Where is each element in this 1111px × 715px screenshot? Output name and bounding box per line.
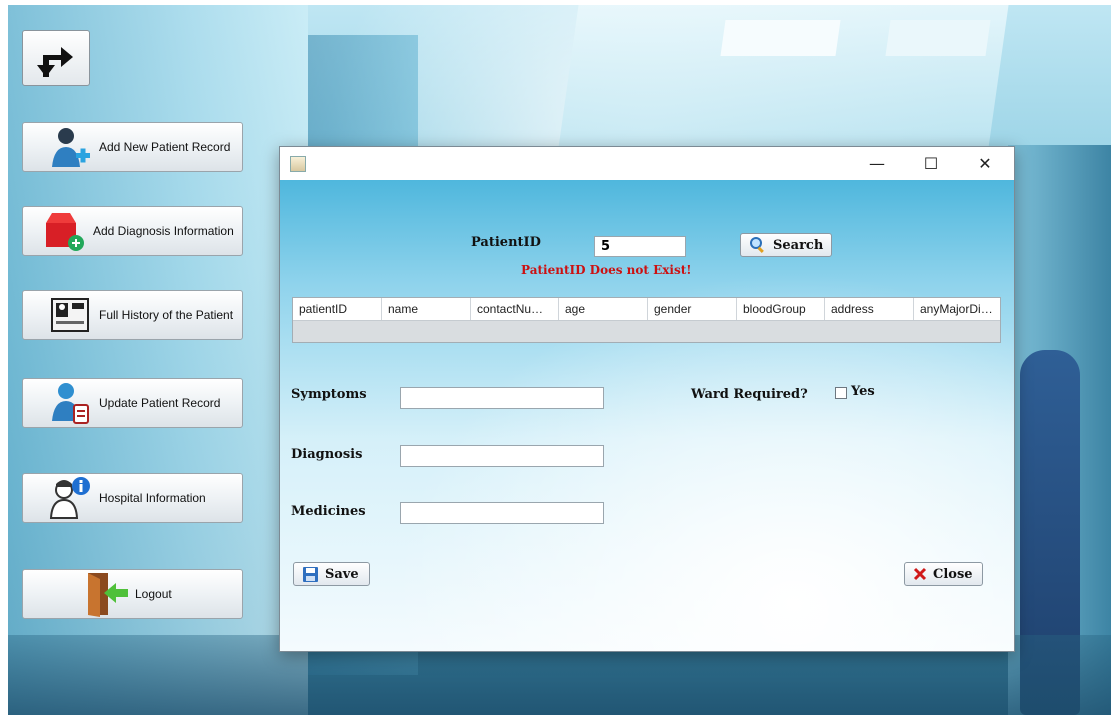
hospital-info-icon xyxy=(45,476,95,520)
close-button[interactable]: Close xyxy=(904,562,983,586)
ward-yes-checkbox[interactable] xyxy=(835,387,847,399)
column-header[interactable]: contactNumber xyxy=(471,298,559,320)
column-header[interactable]: name xyxy=(382,298,471,320)
add-diagnosis-button[interactable]: Add Diagnosis Information xyxy=(22,206,243,256)
nav-label: Logout xyxy=(135,587,172,601)
search-button[interactable]: Search xyxy=(740,233,832,257)
yes-label: Yes xyxy=(851,384,875,399)
medicines-input[interactable] xyxy=(400,502,604,524)
diagnosis-input[interactable] xyxy=(400,445,604,467)
column-header[interactable]: address xyxy=(825,298,914,320)
close-label: Close xyxy=(933,566,973,582)
red-x-icon xyxy=(913,567,927,581)
add-new-patient-button[interactable]: Add New Patient Record xyxy=(22,122,243,172)
save-label: Save xyxy=(325,566,359,582)
patient-table[interactable]: patientID name contactNumber age gender … xyxy=(292,297,1001,343)
error-message: PatientID Does not Exist! xyxy=(521,263,692,277)
add-diagnosis-icon xyxy=(39,209,89,253)
nav-label: Add New Patient Record xyxy=(99,140,231,154)
nav-label: Update Patient Record xyxy=(99,396,221,410)
column-header[interactable]: age xyxy=(559,298,648,320)
hospital-info-button[interactable]: Hospital Information xyxy=(22,473,243,523)
save-button[interactable]: Save xyxy=(293,562,370,586)
patient-history-icon xyxy=(45,293,95,337)
nav-label: Hospital Information xyxy=(99,491,206,505)
logout-button[interactable]: Logout xyxy=(22,569,243,619)
update-patient-button[interactable]: Update Patient Record xyxy=(22,378,243,428)
title-bar: — ☐ ✕ xyxy=(280,147,1014,180)
turn-arrows-icon xyxy=(37,47,73,77)
column-header[interactable]: anyMajorDis... xyxy=(914,298,1000,320)
search-label: Search xyxy=(773,237,824,253)
table-header: patientID name contactNumber age gender … xyxy=(293,298,1000,321)
floppy-disk-icon xyxy=(302,566,319,583)
column-header[interactable]: gender xyxy=(648,298,737,320)
close-window-button[interactable]: ✕ xyxy=(962,147,1008,180)
add-patient-icon xyxy=(45,125,95,169)
java-app-icon xyxy=(290,156,306,172)
nav-label: Add Diagnosis Information xyxy=(93,224,234,238)
patient-id-label: PatientID xyxy=(471,235,541,250)
symptoms-input[interactable] xyxy=(400,387,604,409)
minimize-button[interactable]: — xyxy=(854,147,900,180)
dialog-body: PatientID 5 Search PatientID Does not Ex… xyxy=(280,180,1014,651)
nav-label: Full History of the Patient xyxy=(99,308,234,322)
symptoms-label: Symptoms xyxy=(291,387,367,402)
medicines-label: Medicines xyxy=(291,504,366,519)
ward-required-label: Ward Required? xyxy=(691,387,808,402)
column-header[interactable]: bloodGroup xyxy=(737,298,825,320)
patient-id-input[interactable]: 5 xyxy=(594,236,686,257)
maximize-button[interactable]: ☐ xyxy=(908,147,954,180)
logout-door-icon xyxy=(81,572,131,617)
column-header[interactable]: patientID xyxy=(293,298,382,320)
search-icon xyxy=(749,236,767,254)
update-record-icon xyxy=(45,381,95,425)
diagnosis-label: Diagnosis xyxy=(291,447,363,462)
diagnosis-dialog: — ☐ ✕ PatientID 5 Search PatientID Does … xyxy=(279,146,1015,652)
switch-panel-button[interactable] xyxy=(22,30,90,86)
full-history-button[interactable]: Full History of the Patient xyxy=(22,290,243,340)
